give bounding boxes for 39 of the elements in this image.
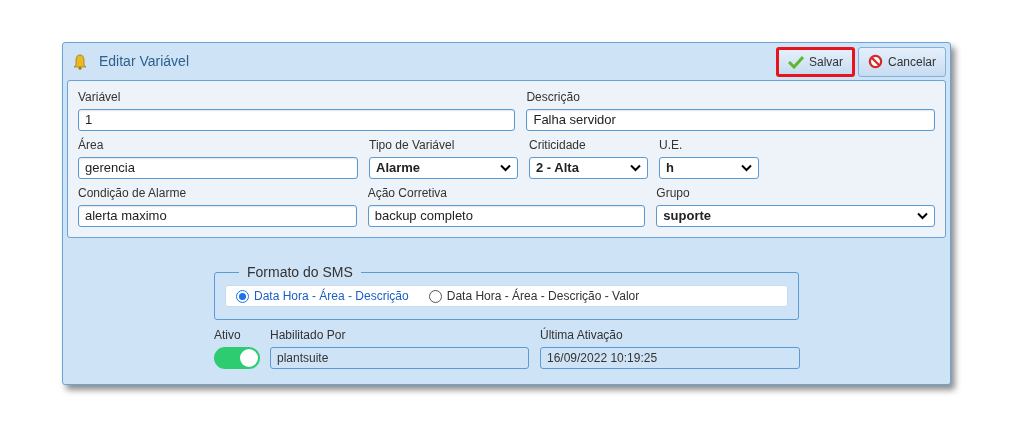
save-button[interactable]: Salvar	[775, 46, 855, 77]
field-label: Descrição	[526, 89, 581, 105]
dialog-title: Editar Variável	[99, 52, 189, 71]
field-label: Ativo	[214, 327, 242, 343]
radio-button[interactable]	[236, 289, 249, 303]
checkmark-icon	[787, 54, 804, 69]
field-label: Ação Corretiva	[367, 185, 449, 201]
field-label: Tipo de Variável	[369, 137, 456, 153]
field-label: Variável	[78, 89, 122, 105]
field-label: Condição de Alarme	[78, 185, 188, 201]
text-field[interactable]: Falha servidor	[526, 109, 935, 131]
field-label: Criticidade	[529, 137, 587, 153]
dropdown-field[interactable]: Alarme	[369, 157, 518, 179]
text-field[interactable]: alerta maximo	[78, 205, 357, 227]
text-field[interactable]: gerencia	[78, 157, 358, 179]
chevron-down-icon	[917, 212, 928, 220]
dropdown-field[interactable]: suporte	[656, 205, 935, 227]
chevron-down-icon	[741, 164, 752, 172]
chevron-down-icon	[630, 164, 641, 172]
dropdown-field[interactable]: 2 - Alta	[529, 157, 648, 179]
radio-button[interactable]	[428, 289, 442, 303]
readonly-field: plantsuite	[270, 347, 529, 369]
field-label: Última Ativação	[540, 327, 624, 343]
chevron-down-icon	[500, 164, 511, 172]
text-field[interactable]: 1	[78, 109, 516, 131]
field-label: Área	[78, 137, 105, 153]
field-label: U.E.	[659, 137, 684, 153]
bell-icon	[73, 53, 87, 70]
radio-option[interactable]: Data Hora - Área - Descrição	[236, 287, 409, 305]
radio-option[interactable]: Data Hora - Área - Descrição - Valor	[428, 287, 640, 305]
toggle-switch[interactable]	[214, 347, 260, 369]
cancel-button[interactable]: Cancelar	[857, 46, 946, 77]
field-label: Habilitado Por	[270, 327, 347, 343]
prohibited-icon	[867, 54, 883, 69]
text-field[interactable]: backup completo	[367, 205, 646, 227]
readonly-field: 16/09/2022 10:19:25	[540, 347, 800, 369]
dropdown-field[interactable]: h	[659, 157, 759, 179]
field-label: Grupo	[656, 185, 691, 201]
group-legend: Formato do SMS	[239, 262, 361, 283]
